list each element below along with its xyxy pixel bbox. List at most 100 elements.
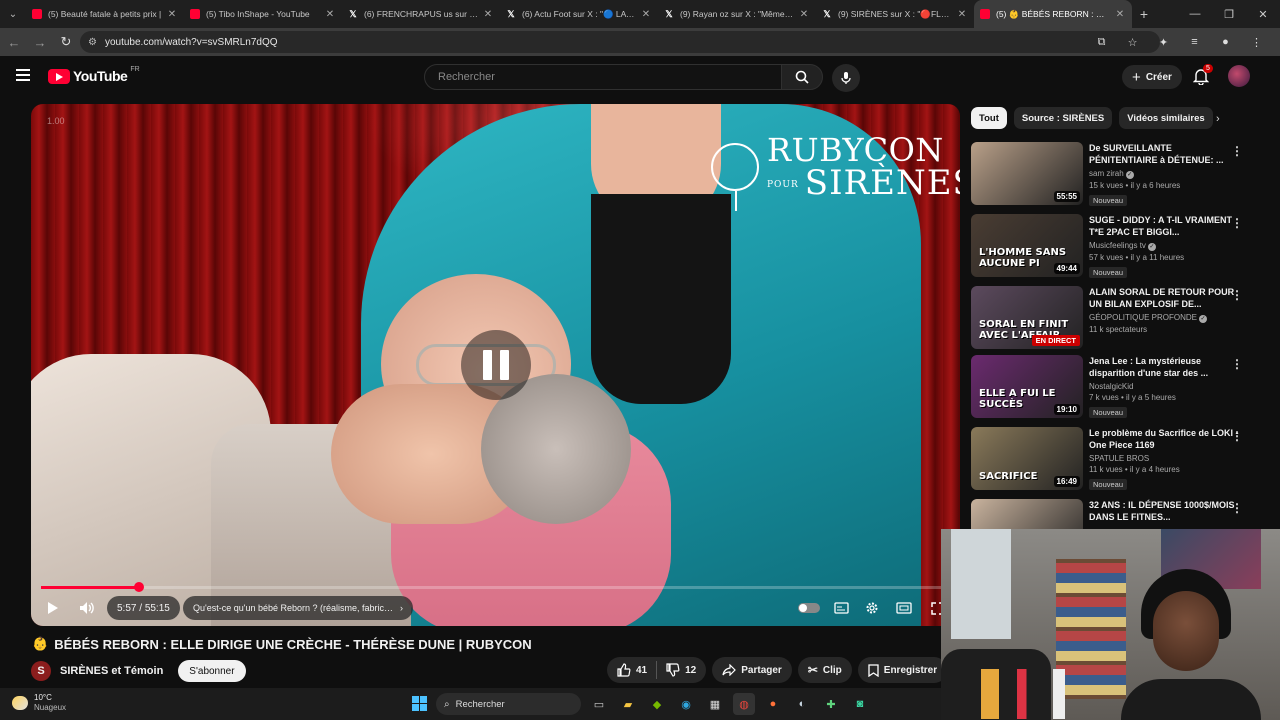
recommendation-item[interactable]: SACRIFICE 16:49 Le problème du Sacrifice d… [971, 427, 1251, 493]
settings-button[interactable] [859, 594, 885, 622]
minimize-icon[interactable]: — [1178, 8, 1212, 20]
more-options-icon[interactable]: ⋮ [1231, 216, 1243, 230]
gamepad-icon[interactable]: ✚ [820, 693, 842, 715]
address-bar[interactable]: ⚙ youtube.com/watch?v=svSMRLn7dQQ [80, 31, 1160, 53]
dislike-button[interactable]: 12 [666, 663, 696, 677]
search-input[interactable]: Rechercher [424, 64, 782, 90]
recommendation-item[interactable]: SORAL EN FINIT AVEC L'AFFAIR EN DIRECT ALA… [971, 286, 1251, 352]
share-button[interactable]: Partager [712, 657, 792, 683]
close-tab-icon[interactable]: ✕ [1114, 9, 1126, 20]
recommendation-title[interactable]: De SURVEILLANTE PÉNITENTIAIRE à DÉTENUE:… [1089, 142, 1239, 166]
close-tab-icon[interactable]: ✕ [798, 9, 810, 20]
browser-tab[interactable]: 𝕏 (9) SIRÈNES sur X : "🔴FLASH I ✕ [816, 0, 974, 28]
firefox-icon[interactable]: ● [762, 693, 784, 715]
like-button[interactable]: 41 [617, 663, 647, 677]
video-thumbnail[interactable]: SACRIFICE 16:49 [971, 427, 1083, 490]
scrubber-handle[interactable] [133, 582, 144, 592]
search-button[interactable] [781, 64, 823, 90]
bookmark-star-icon[interactable]: ☆ [1117, 36, 1148, 49]
voice-search-button[interactable] [832, 64, 860, 92]
media-controls-icon[interactable]: ≡ [1179, 36, 1210, 48]
recommendation-channel[interactable]: SPATULE BROS [1089, 454, 1149, 463]
mute-button[interactable] [75, 594, 99, 622]
back-icon[interactable]: ← [2, 35, 26, 50]
recommendation-channel[interactable]: Musicfeelings tv [1089, 241, 1146, 250]
close-tab-icon[interactable]: ✕ [956, 9, 968, 20]
pause-overlay-icon[interactable] [461, 330, 531, 400]
extensions-icon[interactable]: ✦ [1148, 36, 1179, 49]
more-options-icon[interactable]: ⋮ [1231, 288, 1243, 302]
recommendation-item[interactable]: ELLE A FUI LE SUCCÈS 19:10 Jena Lee : La m… [971, 355, 1251, 421]
nvidia-icon[interactable]: ◆ [646, 693, 668, 715]
save-button[interactable]: Enregistrer [857, 657, 948, 683]
browser-tab[interactable]: (5) Tibo InShape - YouTube ✕ [184, 0, 342, 28]
theater-mode-button[interactable] [891, 594, 917, 622]
video-player[interactable]: RUBYCON POUR SIRÈNES 1.00 5:57 / 55:15 Qu… [31, 104, 960, 626]
video-thumbnail[interactable]: SORAL EN FINIT AVEC L'AFFAIR EN DIRECT [971, 286, 1083, 349]
browser-tab[interactable]: (5) Beauté fatale à petits prix | ✕ [26, 0, 184, 28]
play-button[interactable] [41, 594, 65, 622]
edge-icon[interactable]: ◉ [675, 693, 697, 715]
recommendation-item[interactable]: 32 ANS : IL DÉPENSE 1000$/MOIS DANS LE F… [971, 499, 1251, 529]
maximize-icon[interactable]: ❐ [1212, 8, 1246, 21]
steam-icon[interactable]: ◐ [791, 693, 813, 715]
recommendation-channel[interactable]: GÉOPOLITIQUE PROFONDE [1089, 313, 1197, 322]
recommendation-title[interactable]: ALAIN SORAL DE RETOUR POUR UN BILAN EXPL… [1089, 286, 1239, 310]
close-tab-icon[interactable]: ✕ [324, 9, 336, 20]
channel-avatar[interactable]: S [31, 661, 51, 681]
subtitles-button[interactable] [828, 594, 854, 622]
video-thumbnail[interactable]: 55:55 [971, 142, 1083, 205]
progress-bar[interactable] [41, 582, 946, 592]
subscribe-button[interactable]: S'abonner [178, 660, 246, 682]
notifications-button[interactable]: 5 [1192, 64, 1213, 86]
browser-tab[interactable]: 𝕏 (9) Rayan oz sur X : "Même à la ✕ [658, 0, 816, 28]
more-options-icon[interactable]: ⋮ [1231, 429, 1243, 443]
windows-start-icon[interactable] [412, 696, 427, 711]
close-tab-icon[interactable]: ✕ [166, 9, 178, 20]
recommendation-title[interactable]: Jena Lee : La mystérieuse disparition d'… [1089, 355, 1239, 379]
channel-name[interactable]: SIRÈNES et Témoin [60, 665, 163, 677]
more-options-icon[interactable]: ⋮ [1231, 357, 1243, 371]
reload-icon[interactable]: ↻ [54, 34, 78, 50]
filter-chip[interactable]: Tout [971, 107, 1007, 129]
close-tab-icon[interactable]: ✕ [640, 9, 652, 20]
account-avatar[interactable] [1228, 65, 1250, 87]
close-window-icon[interactable]: ✕ [1246, 8, 1280, 21]
autoplay-toggle[interactable] [796, 594, 822, 622]
browser-tab[interactable]: (5) 👶 BÉBÉS REBORN : ELL ✕ [974, 0, 1132, 28]
recommendation-channel[interactable]: sam zirah [1089, 169, 1124, 178]
store-icon[interactable]: ▦ [704, 693, 726, 715]
more-options-icon[interactable]: ⋮ [1231, 501, 1243, 515]
more-options-icon[interactable]: ⋮ [1231, 144, 1243, 158]
video-thumbnail[interactable] [971, 499, 1083, 529]
video-thumbnail[interactable]: L'HOMME SANS AUCUNE PI 49:44 [971, 214, 1083, 277]
youtube-logo[interactable]: YouTube FR [48, 66, 140, 84]
new-tab-button[interactable]: + [1132, 6, 1156, 22]
chevron-right-icon[interactable]: › [1216, 113, 1220, 125]
discord-icon[interactable]: ◙ [849, 693, 871, 715]
profile-icon[interactable]: ● [1210, 36, 1241, 48]
close-tab-icon[interactable]: ✕ [482, 9, 494, 20]
browser-tab[interactable]: 𝕏 (6) FRENCHRAPUS us sur X : " ✕ [342, 0, 500, 28]
install-app-icon[interactable]: ⧉ [1086, 36, 1117, 49]
recommendation-title[interactable]: Le problème du Sacrifice de LOKI - One P… [1089, 427, 1239, 451]
menu-icon[interactable] [16, 69, 30, 81]
recommendation-item[interactable]: L'HOMME SANS AUCUNE PI 49:44 SUGE - DIDDY … [971, 214, 1251, 280]
recommendation-channel[interactable]: NostalgicKid [1089, 382, 1133, 391]
file-explorer-icon[interactable]: ▰ [617, 693, 639, 715]
recommendation-title[interactable]: 32 ANS : IL DÉPENSE 1000$/MOIS DANS LE F… [1089, 499, 1239, 523]
site-info-icon[interactable]: ⚙ [88, 37, 97, 48]
forward-icon[interactable]: → [28, 35, 52, 50]
chrome-icon[interactable]: ◍ [733, 693, 755, 715]
video-thumbnail[interactable]: ELLE A FUI LE SUCCÈS 19:10 [971, 355, 1083, 418]
task-view-icon[interactable]: ▭ [588, 693, 610, 715]
create-button[interactable]: + Créer [1122, 65, 1182, 89]
filter-chip[interactable]: Source : SIRÈNES [1013, 107, 1113, 129]
filter-chip[interactable]: Vidéos similaires [1119, 107, 1213, 129]
taskbar-search[interactable]: ⌕ Rechercher [436, 693, 581, 715]
chrome-menu-icon[interactable]: ⋮ [1241, 36, 1272, 49]
browser-tab[interactable]: 𝕏 (6) Actu Foot sur X : "🔵 LA PL ✕ [500, 0, 658, 28]
clip-button[interactable]: ✂ Clip [797, 657, 852, 683]
recommendation-item[interactable]: 55:55 De SURVEILLANTE PÉNITENTIAIRE à DÉT… [971, 142, 1251, 208]
weather-widget[interactable]: 10°C Nuageux [12, 693, 66, 713]
